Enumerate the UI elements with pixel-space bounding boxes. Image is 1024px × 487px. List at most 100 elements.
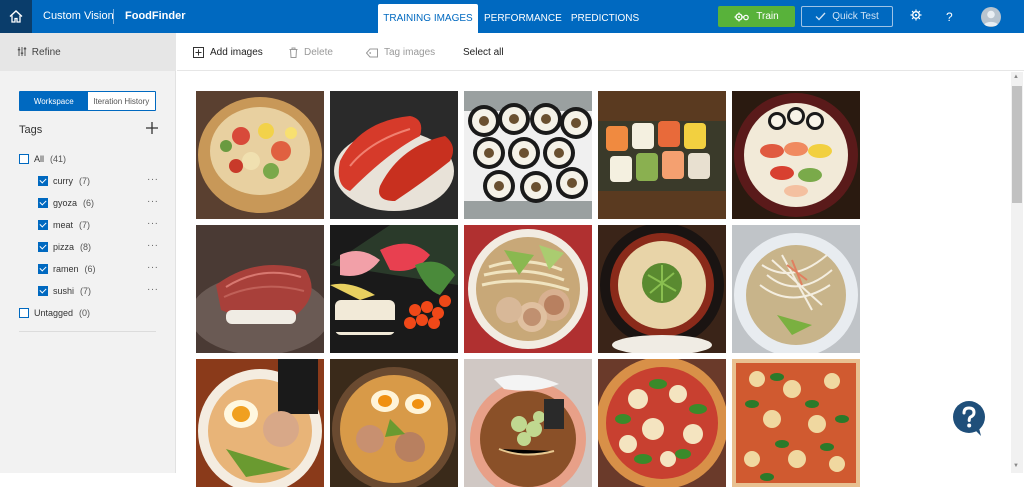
- image-tile[interactable]: [464, 225, 592, 353]
- refine-header[interactable]: Refine: [0, 33, 176, 71]
- tag-row-curry[interactable]: curry (7): [38, 174, 90, 188]
- select-all-label: Select all: [463, 47, 504, 58]
- image-tile[interactable]: [732, 359, 860, 487]
- tag-checkbox[interactable]: [38, 198, 48, 208]
- sushi-platter-image: [732, 91, 860, 219]
- help-button[interactable]: ?: [946, 10, 953, 24]
- add-tag-button[interactable]: [146, 119, 158, 139]
- tag-more-menu[interactable]: ···: [147, 218, 159, 229]
- view-toggle: Workspace Iteration History: [19, 91, 156, 111]
- tag-row-sushi[interactable]: sushi (7): [38, 284, 91, 298]
- app-name[interactable]: Custom Vision: [43, 10, 114, 22]
- tag-all-label: All: [34, 154, 45, 164]
- tag-more-menu[interactable]: ···: [147, 284, 159, 295]
- tag-count: (7): [79, 176, 90, 186]
- tag-all-row[interactable]: All (41): [19, 152, 66, 166]
- tab-performance[interactable]: PERFORMANCE: [484, 0, 562, 33]
- image-tile[interactable]: [196, 225, 324, 353]
- tag-label: gyoza: [53, 198, 78, 208]
- tag-checkbox[interactable]: [38, 242, 48, 252]
- tags-heading: Tags: [19, 124, 43, 136]
- iteration-history-toggle[interactable]: Iteration History: [88, 92, 156, 110]
- untagged-checkbox[interactable]: [19, 308, 29, 318]
- image-tile[interactable]: [330, 225, 458, 353]
- image-tile[interactable]: [196, 359, 324, 487]
- image-tile[interactable]: [330, 359, 458, 487]
- tag-label: meat: [53, 220, 74, 230]
- tag-untagged-count: (0): [79, 308, 91, 318]
- tag-checkbox[interactable]: [38, 264, 48, 274]
- all-checkbox[interactable]: [19, 154, 29, 164]
- filter-icon: [17, 47, 27, 59]
- tag-row-gyoza[interactable]: gyoza (6): [38, 196, 94, 210]
- tag-label: curry: [53, 176, 73, 186]
- tag-more-menu[interactable]: ···: [147, 196, 159, 207]
- question-bubble-icon: [953, 401, 985, 436]
- help-chat-button[interactable]: [951, 400, 987, 436]
- settings-button[interactable]: [910, 9, 922, 24]
- scroll-up-arrow[interactable]: ▲: [1013, 74, 1019, 80]
- tag-more-menu[interactable]: ···: [147, 174, 159, 185]
- add-images-label: Add images: [210, 47, 263, 58]
- user-avatar[interactable]: [981, 7, 1001, 27]
- gear-icon: [910, 9, 922, 21]
- tag-row-pizza[interactable]: pizza (8): [38, 240, 91, 254]
- tag-images-button[interactable]: Tag images: [366, 47, 435, 58]
- home-button[interactable]: [0, 0, 32, 33]
- ramen-chashu-image: [464, 225, 592, 353]
- refine-label: Refine: [31, 47, 61, 58]
- trash-icon: [289, 47, 298, 58]
- image-toolbar: Add images Delete Tag images Select all: [177, 33, 1024, 71]
- scroll-down-arrow[interactable]: ▼: [1013, 463, 1019, 469]
- workspace-toggle[interactable]: Workspace: [20, 92, 88, 110]
- add-images-button[interactable]: Add images: [193, 47, 263, 58]
- tag-untagged-row[interactable]: Untagged (0): [19, 306, 90, 320]
- tag-label: ramen: [53, 264, 79, 274]
- image-tile[interactable]: [330, 91, 458, 219]
- sushi-tray-image: [598, 91, 726, 219]
- checkmark-icon: [815, 12, 826, 21]
- tab-training-images[interactable]: TRAINING IMAGES: [378, 4, 478, 33]
- project-name[interactable]: FoodFinder: [125, 10, 186, 22]
- tag-row-meat[interactable]: meat (7): [38, 218, 90, 232]
- tag-checkbox[interactable]: [38, 286, 48, 296]
- pizza-square-image: [732, 359, 860, 487]
- tag-count: (6): [83, 198, 95, 208]
- train-button[interactable]: Train: [718, 6, 795, 27]
- image-tile[interactable]: [464, 91, 592, 219]
- divider: [19, 331, 156, 332]
- image-tile[interactable]: [732, 225, 860, 353]
- tag-checkbox[interactable]: [38, 176, 48, 186]
- top-nav-bar: Custom Vision FoodFinder TRAINING IMAGES…: [0, 0, 1024, 33]
- ramen-shio-image: [732, 225, 860, 353]
- tag-more-menu[interactable]: ···: [147, 240, 159, 251]
- tag-row-ramen[interactable]: ramen (6): [38, 262, 96, 276]
- scrollbar-thumb[interactable]: [1012, 86, 1022, 203]
- image-tile[interactable]: [598, 91, 726, 219]
- image-tile[interactable]: [196, 91, 324, 219]
- tag-more-menu[interactable]: ···: [147, 262, 159, 273]
- tag-images-label: Tag images: [384, 47, 436, 58]
- image-tile[interactable]: [598, 359, 726, 487]
- image-tile[interactable]: [598, 225, 726, 353]
- quick-test-button[interactable]: Quick Test: [801, 6, 893, 27]
- tab-predictions[interactable]: PREDICTIONS: [569, 0, 641, 33]
- tag-count: (7): [80, 286, 92, 296]
- home-icon: [9, 10, 23, 23]
- tag-checkbox[interactable]: [38, 220, 48, 230]
- tag-untagged-label: Untagged: [34, 308, 74, 318]
- image-tile[interactable]: [464, 359, 592, 487]
- tag-label: pizza: [53, 242, 75, 252]
- train-label: Train: [756, 11, 779, 22]
- tag-icon: [366, 48, 378, 57]
- tag-count: (7): [79, 220, 91, 230]
- ramen-tonkotsu-image: [598, 225, 726, 353]
- select-all-button[interactable]: Select all: [463, 47, 504, 58]
- user-icon: [983, 10, 999, 26]
- beef-nigiri-image: [196, 225, 324, 353]
- title-divider: [113, 9, 114, 24]
- pizza-margherita-image: [598, 359, 726, 487]
- delete-button[interactable]: Delete: [289, 47, 333, 58]
- gears-icon: [734, 12, 750, 21]
- image-tile[interactable]: [732, 91, 860, 219]
